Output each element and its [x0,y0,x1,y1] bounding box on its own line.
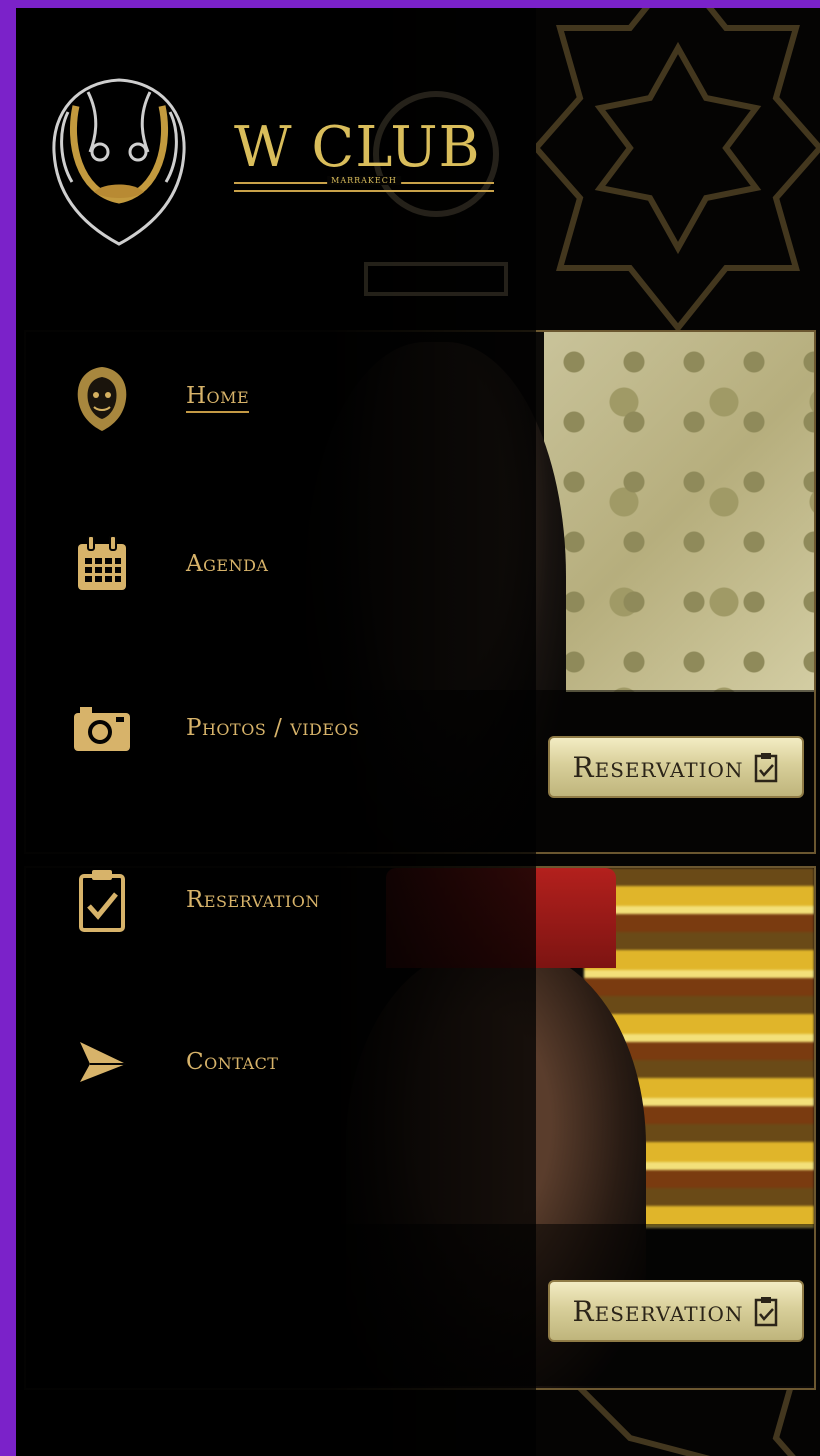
damask-backdrop [544,332,814,692]
brand-rule: MARRAKECH [234,176,494,192]
reservation-button[interactable]: Reservation [548,736,804,798]
app-screen: Reservation Reservation W CLUB MARRAKECH… [16,8,820,1456]
camera-icon [72,698,132,758]
clipboard-check-icon [755,753,778,783]
menu-item-label: Agenda [186,551,269,577]
lion-head-icon [72,367,132,431]
faded-logo-watermark [364,91,508,296]
menu-item-label: Home [186,383,250,413]
menu-item-label: Reservation [186,887,320,913]
menu-item-home[interactable]: Home [72,358,492,438]
side-menu: W CLUB MARRAKECH Home Agenda Photos / vi… [16,8,536,1456]
menu-item-photos-videos[interactable]: Photos / videos [72,688,492,768]
menu-item-label: Photos / videos [186,715,360,741]
paper-plane-icon [72,1032,132,1092]
reservation-button[interactable]: Reservation [548,1280,804,1342]
menu-item-reservation[interactable]: Reservation [72,860,492,940]
clipboard-check-icon [755,1297,778,1327]
menu-item-contact[interactable]: Contact [72,1022,492,1102]
clipboard-check-icon [72,870,132,932]
brand-name: W CLUB [234,115,481,180]
brand-subtitle: MARRAKECH [327,176,401,185]
brand-wordmark: W CLUB MARRAKECH [234,120,494,192]
reservation-button-label: Reservation [572,1294,744,1328]
calendar-icon [72,534,132,594]
lion-crest-logo [52,78,186,246]
reservation-button-label: Reservation [572,750,744,784]
menu-item-label: Contact [186,1049,279,1075]
menu-item-agenda[interactable]: Agenda [72,524,492,604]
